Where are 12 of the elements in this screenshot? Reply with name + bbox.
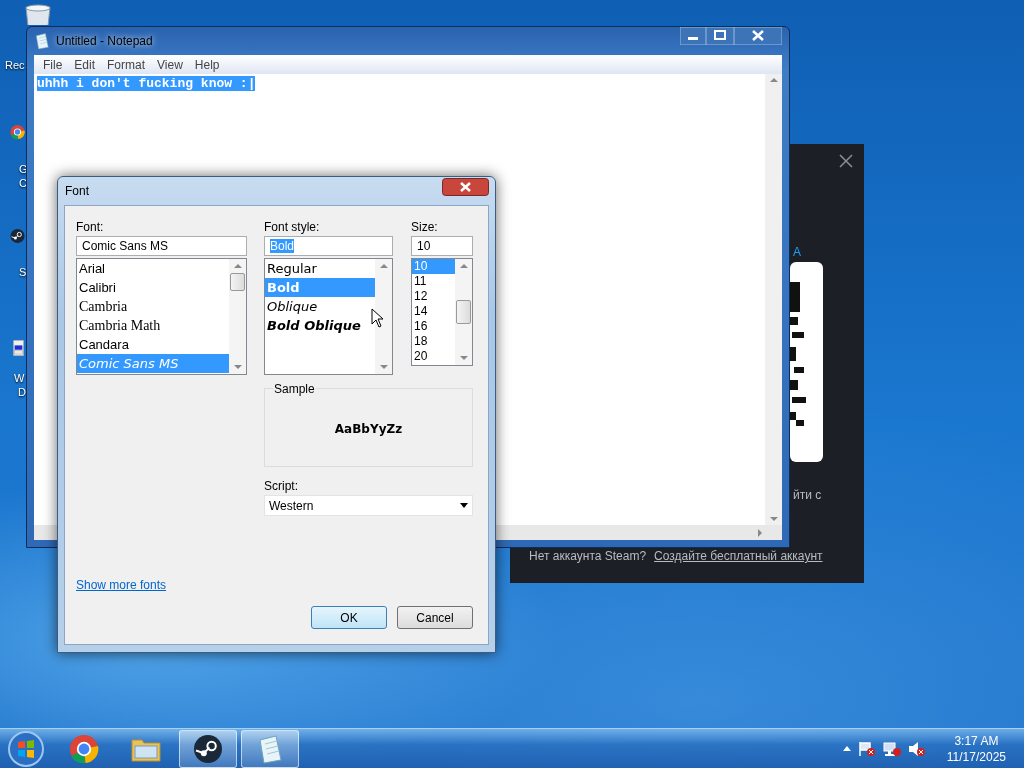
- window-title: Untitled - Notepad: [56, 34, 153, 48]
- dialog-title: Font: [65, 184, 89, 198]
- document-text: uhhh i don't fucking know :|: [37, 76, 256, 91]
- prompt-text: Нет аккаунта Steam?: [529, 549, 647, 563]
- field-label: Script:: [264, 479, 299, 493]
- sample-text: AaBbYyZz: [334, 422, 403, 436]
- heading-text: А: [793, 245, 801, 259]
- field-label: Size:: [411, 220, 439, 234]
- field-label: Font:: [76, 220, 105, 234]
- caption-text: йти с: [793, 488, 822, 502]
- field-label: Font style:: [264, 220, 321, 234]
- group-label: Sample: [273, 382, 316, 396]
